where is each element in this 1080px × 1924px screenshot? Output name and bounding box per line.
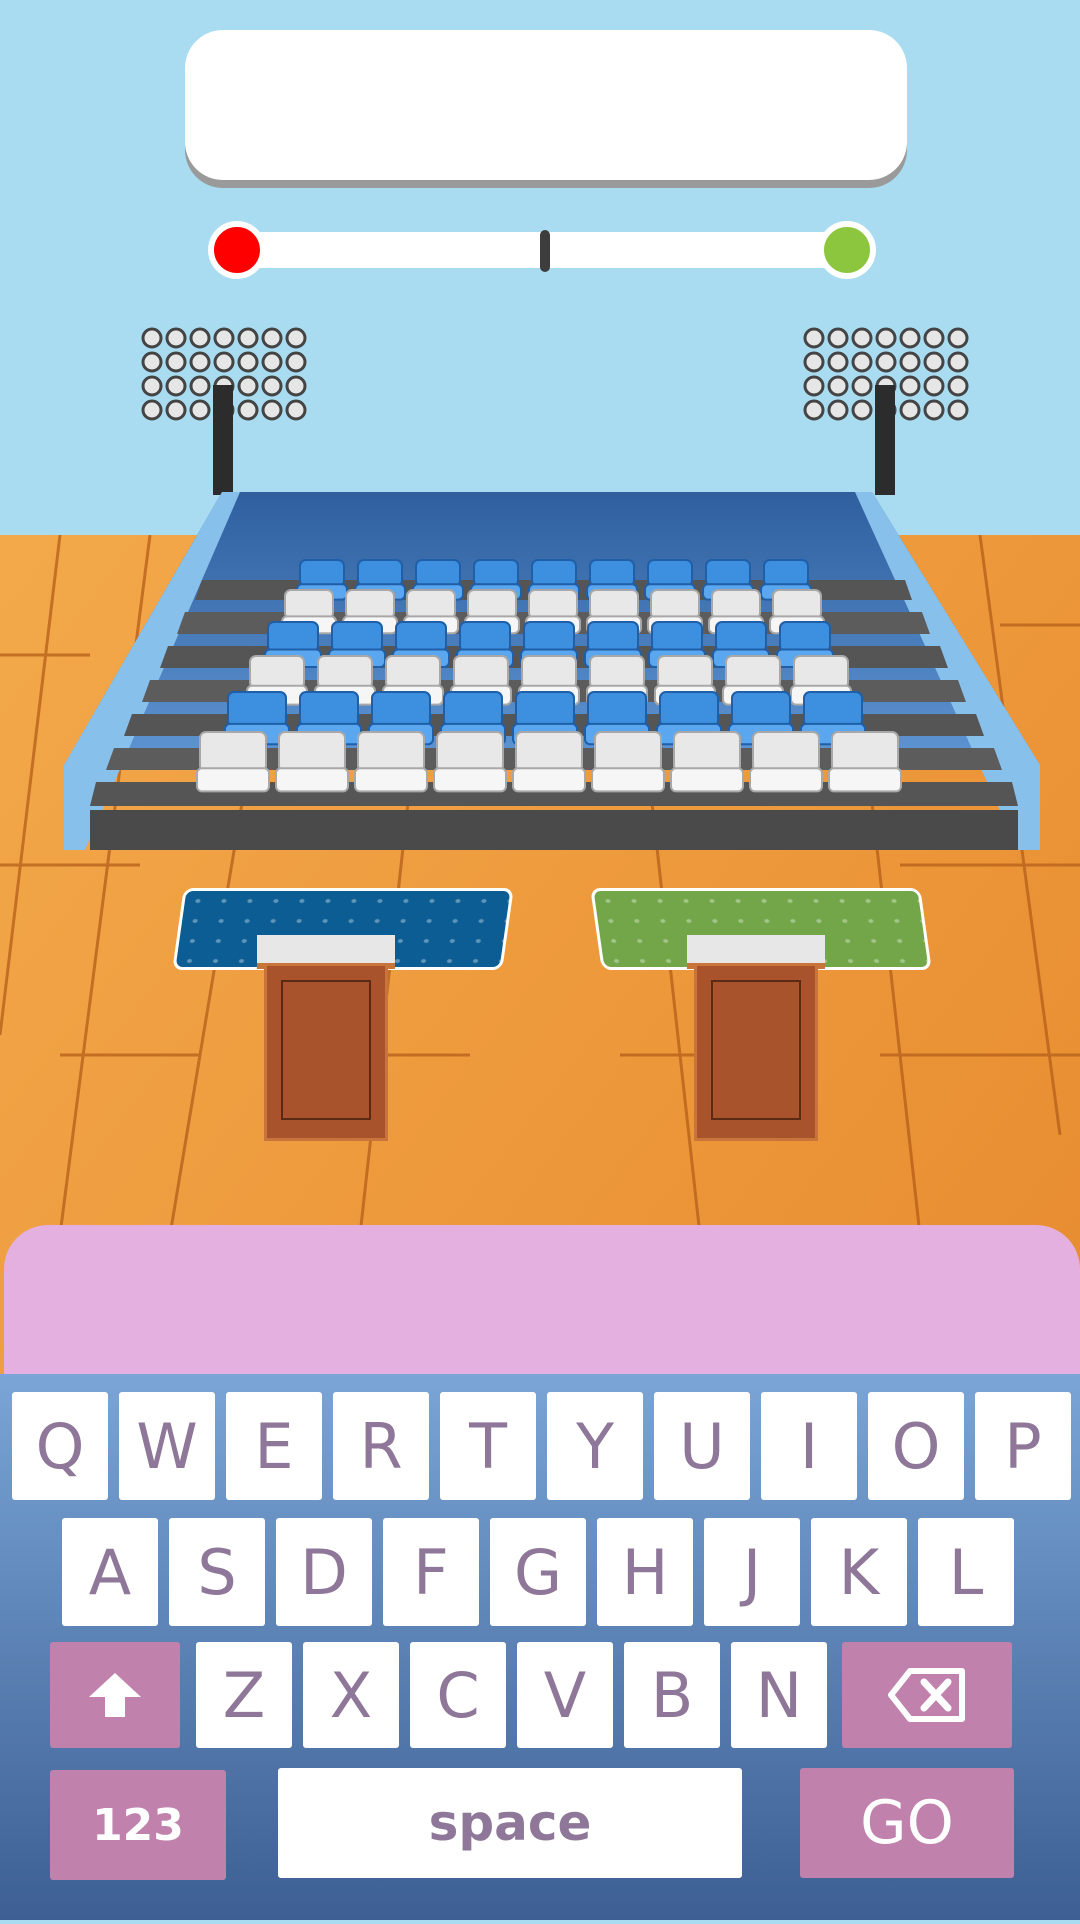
go-key-label: GO bbox=[860, 1788, 954, 1858]
key-z[interactable]: Z bbox=[196, 1642, 292, 1748]
seat bbox=[749, 731, 823, 793]
key-x[interactable]: X bbox=[303, 1642, 399, 1748]
key-p[interactable]: P bbox=[975, 1392, 1071, 1500]
key-a[interactable]: A bbox=[62, 1518, 158, 1626]
key-l[interactable]: L bbox=[918, 1518, 1014, 1626]
key-c[interactable]: C bbox=[410, 1642, 506, 1748]
key-u[interactable]: U bbox=[654, 1392, 750, 1500]
numbers-key[interactable]: 123 bbox=[50, 1770, 226, 1880]
key-b[interactable]: B bbox=[624, 1642, 720, 1748]
backspace-key[interactable] bbox=[842, 1642, 1012, 1748]
seat bbox=[354, 731, 428, 793]
shift-arrow-icon bbox=[89, 1673, 141, 1717]
seat bbox=[433, 731, 507, 793]
key-d[interactable]: D bbox=[276, 1518, 372, 1626]
seat bbox=[196, 731, 270, 793]
key-t[interactable]: T bbox=[440, 1392, 536, 1500]
seat bbox=[512, 731, 586, 793]
key-j[interactable]: J bbox=[704, 1518, 800, 1626]
space-key-label: space bbox=[428, 1794, 592, 1852]
seat bbox=[591, 731, 665, 793]
key-i[interactable]: I bbox=[761, 1392, 857, 1500]
key-o[interactable]: O bbox=[868, 1392, 964, 1500]
keyboard: QWERTYUIOP ASDFGHJKL ZXCVBN 123 space GO bbox=[0, 1374, 1080, 1920]
podium-right bbox=[694, 963, 818, 1141]
podium-left bbox=[264, 963, 388, 1141]
key-k[interactable]: K bbox=[811, 1518, 907, 1626]
key-f[interactable]: F bbox=[383, 1518, 479, 1626]
key-w[interactable]: W bbox=[119, 1392, 215, 1500]
answer-tray bbox=[4, 1225, 1080, 1375]
key-y[interactable]: Y bbox=[547, 1392, 643, 1500]
key-s[interactable]: S bbox=[169, 1518, 265, 1626]
seat bbox=[670, 731, 744, 793]
space-key[interactable]: space bbox=[278, 1768, 742, 1878]
key-v[interactable]: V bbox=[517, 1642, 613, 1748]
backspace-icon bbox=[888, 1668, 965, 1722]
key-h[interactable]: H bbox=[597, 1518, 693, 1626]
key-n[interactable]: N bbox=[731, 1642, 827, 1748]
shift-key[interactable] bbox=[50, 1642, 180, 1748]
key-g[interactable]: G bbox=[490, 1518, 586, 1626]
seat bbox=[828, 731, 902, 793]
seat bbox=[275, 731, 349, 793]
key-e[interactable]: E bbox=[226, 1392, 322, 1500]
key-r[interactable]: R bbox=[333, 1392, 429, 1500]
key-q[interactable]: Q bbox=[12, 1392, 108, 1500]
numbers-key-label: 123 bbox=[92, 1799, 184, 1851]
go-key[interactable]: GO bbox=[800, 1768, 1014, 1878]
seats bbox=[196, 559, 902, 793]
